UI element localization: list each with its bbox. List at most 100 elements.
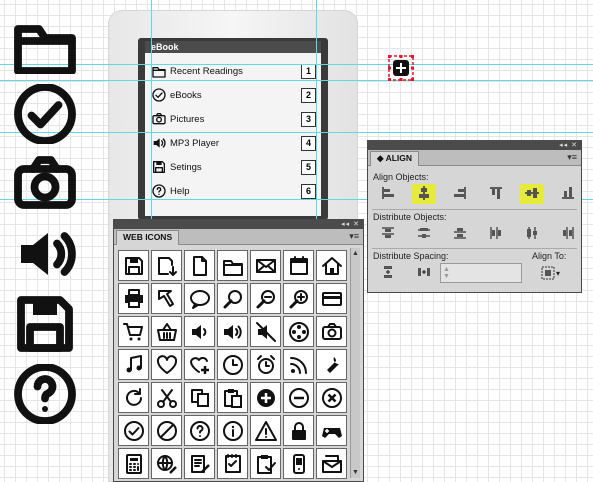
document-icon[interactable]	[184, 250, 215, 281]
cursor-icon[interactable]	[151, 283, 182, 314]
paste-icon[interactable]	[217, 382, 248, 413]
distribute-vcenter-button[interactable]	[412, 224, 436, 244]
distribute-vspace-button[interactable]	[376, 263, 400, 283]
align-bottom-button[interactable]	[556, 184, 580, 204]
scroll-up-icon[interactable]: ▲	[352, 250, 359, 257]
rss-icon[interactable]	[283, 349, 314, 380]
distribute-vcenter-icon	[416, 225, 432, 243]
info-circle-icon[interactable]	[217, 415, 248, 446]
tab-align[interactable]: ◆ ALIGN	[370, 151, 420, 166]
align-vertical-center-button[interactable]	[520, 184, 544, 204]
distribute-hspace-button[interactable]	[412, 263, 436, 283]
align-right-button[interactable]	[448, 184, 472, 204]
help-circle-icon[interactable]	[184, 415, 215, 446]
distribute-hspace-icon	[416, 264, 432, 282]
copy-icon[interactable]	[184, 382, 215, 413]
cart-icon[interactable]	[118, 316, 149, 347]
distribute-right-icon	[560, 225, 576, 243]
minus-circle-icon[interactable]	[283, 382, 314, 413]
mail-icon[interactable]	[250, 250, 281, 281]
ebook-menu-label: Help	[170, 185, 190, 197]
home-icon[interactable]	[316, 250, 347, 281]
scrollbar[interactable]: ▲ ▼	[350, 248, 360, 478]
wrench-icon[interactable]	[316, 349, 347, 380]
align-to-dropdown[interactable]: ▾	[540, 265, 570, 281]
help-icon	[151, 183, 167, 199]
plus-circle-icon[interactable]	[250, 382, 281, 413]
camera-icon[interactable]	[316, 316, 347, 347]
checklist-icon[interactable]	[217, 448, 248, 479]
panel-menu-icon[interactable]: ▾≡	[349, 231, 359, 242]
distribute-left-button[interactable]	[484, 224, 508, 244]
check-circle-icon[interactable]	[118, 415, 149, 446]
align-vertical-center-icon	[524, 185, 540, 203]
align-horizontal-center-button[interactable]	[412, 184, 436, 204]
volume-high-icon[interactable]	[217, 316, 248, 347]
speech-bubble-icon[interactable]	[184, 283, 215, 314]
save-icon[interactable]	[118, 250, 149, 281]
calendar-icon[interactable]	[283, 250, 314, 281]
zoom-icon[interactable]	[217, 283, 248, 314]
ebook-menu-item[interactable]: MP3 Player 4	[151, 134, 316, 152]
ebook-menu-item[interactable]: eBooks 2	[151, 86, 316, 104]
distribute-objects-row	[376, 224, 592, 244]
mail-stack-icon[interactable]	[316, 448, 347, 479]
ebook-menu-item[interactable]: Pictures 3	[151, 110, 316, 128]
warning-icon[interactable]	[250, 415, 281, 446]
alarm-clock-icon[interactable]	[250, 349, 281, 380]
ebook-menu-item[interactable]: Help 6	[151, 182, 316, 200]
align-left-button[interactable]	[376, 184, 400, 204]
heart-icon[interactable]	[151, 349, 182, 380]
scissors-icon[interactable]	[151, 382, 182, 413]
clipboard-check-icon[interactable]	[250, 448, 281, 479]
align-right-icon	[452, 185, 468, 203]
refresh-icon[interactable]	[118, 382, 149, 413]
heart-add-icon[interactable]	[184, 349, 215, 380]
align-to-label: Align To:	[532, 251, 567, 261]
credit-card-icon[interactable]	[316, 283, 347, 314]
ebook-menu-number: 2	[301, 87, 316, 103]
distribute-bottom-button[interactable]	[448, 224, 472, 244]
mobile-phone-icon[interactable]	[283, 448, 314, 479]
check-icon	[8, 83, 82, 145]
align-horizontal-center-icon	[416, 185, 432, 203]
printer-icon[interactable]	[118, 283, 149, 314]
film-reel-icon[interactable]	[283, 316, 314, 347]
distribute-hcenter-button[interactable]	[520, 224, 544, 244]
distribute-right-button[interactable]	[556, 224, 580, 244]
block-icon[interactable]	[151, 415, 182, 446]
close-circle-icon[interactable]	[316, 382, 347, 413]
selected-icon[interactable]	[387, 54, 415, 82]
music-note-icon[interactable]	[118, 349, 149, 380]
panel-menu-icon[interactable]: ▾≡	[567, 152, 577, 163]
calculator-icon[interactable]	[118, 448, 149, 479]
zoom-in-icon[interactable]	[283, 283, 314, 314]
align-top-button[interactable]	[484, 184, 508, 204]
zoom-out-icon[interactable]	[250, 283, 281, 314]
tab-web-icons[interactable]: WEB ICONS	[116, 230, 180, 245]
scroll-down-icon[interactable]: ▼	[352, 469, 359, 476]
notepad-edit-icon[interactable]	[184, 448, 215, 479]
save-download-icon[interactable]	[151, 250, 182, 281]
clock-icon[interactable]	[217, 349, 248, 380]
spacing-input[interactable]: ▲ ▼	[440, 263, 522, 283]
folder-icon[interactable]	[217, 250, 248, 281]
ebook-menu-number: 3	[301, 111, 316, 127]
basket-icon[interactable]	[151, 316, 182, 347]
globe-edit-icon[interactable]	[151, 448, 182, 479]
distribute-spacing-row	[376, 263, 448, 283]
check-icon	[151, 87, 167, 103]
gamepad-icon[interactable]	[316, 415, 347, 446]
volume-low-icon[interactable]	[184, 316, 215, 347]
mute-icon[interactable]	[250, 316, 281, 347]
lock-icon[interactable]	[283, 415, 314, 446]
distribute-top-button[interactable]	[376, 224, 400, 244]
panel-titlebar[interactable]: ◂◂ ✕	[114, 220, 363, 229]
spinner-icon[interactable]: ▲ ▼	[443, 266, 450, 280]
speaker-icon	[151, 135, 167, 151]
ebook-menu-label: Setings	[170, 161, 202, 173]
divider	[372, 248, 577, 249]
ebook-menu-label: MP3 Player	[170, 137, 220, 149]
ebook-menu-item[interactable]: Setings 5	[151, 158, 316, 176]
panel-titlebar[interactable]: ◂◂ ✕	[368, 141, 581, 150]
